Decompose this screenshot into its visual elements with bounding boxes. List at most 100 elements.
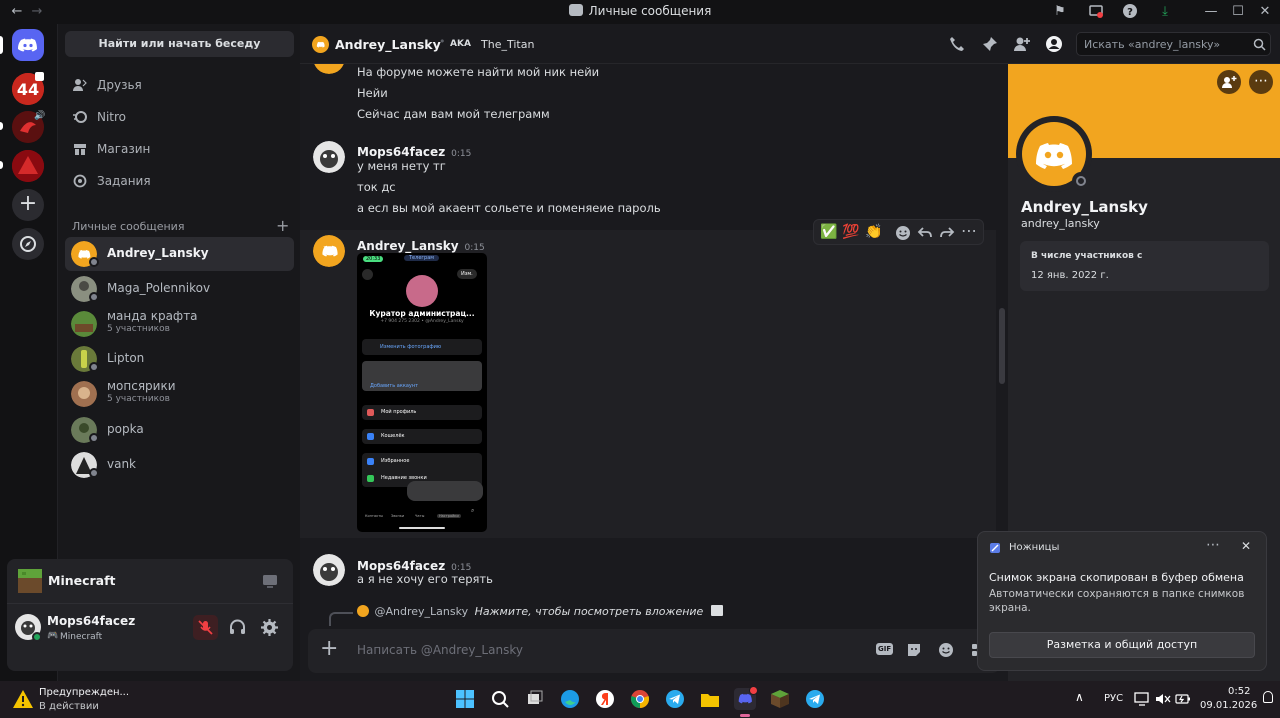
server-notification-icon (35, 72, 44, 81)
nav-friends[interactable]: Друзья (68, 70, 294, 100)
add-friend-icon[interactable] (1013, 35, 1031, 53)
minecraft-app[interactable] (769, 688, 791, 710)
reply-text: Нажмите, чтобы посмотреть вложение (474, 605, 704, 618)
forward-icon[interactable] (939, 225, 955, 241)
reaction-hundred[interactable]: 💯 (842, 224, 859, 240)
chrome-app[interactable] (629, 688, 651, 710)
clock-date[interactable]: 09.01.2026 (1200, 700, 1257, 711)
server-red-icon[interactable] (12, 150, 44, 182)
add-reaction-icon[interactable] (895, 225, 911, 241)
mute-button[interactable] (193, 615, 218, 640)
clock-time[interactable]: 0:52 (1228, 686, 1250, 697)
dm-item-mopsyariki[interactable]: мопсярики 5 участников (65, 377, 294, 411)
chat-header-name[interactable]: Andrey_Lansky (335, 37, 441, 52)
profile-more-button[interactable]: ⋯ (1249, 70, 1273, 94)
telegram-icon (806, 690, 824, 708)
reply-icon[interactable] (917, 225, 933, 241)
activity-card[interactable]: Minecraft (7, 559, 293, 604)
close-window-icon[interactable]: ✕ (1256, 3, 1274, 21)
help-icon[interactable]: ? (1121, 3, 1139, 21)
dm-item-lipton[interactable]: Lipton (65, 342, 294, 376)
offline-status-icon (89, 433, 99, 443)
dm-item-vank[interactable]: vank (65, 448, 294, 482)
taskbar-search[interactable] (489, 688, 511, 710)
yandex-app[interactable] (594, 688, 616, 710)
discord-home-button[interactable] (12, 29, 44, 61)
deafen-button[interactable] (225, 615, 250, 640)
dm-item-andrey[interactable]: Andrey_Lansky (65, 237, 294, 271)
avatar[interactable] (313, 141, 345, 173)
add-server-button[interactable]: + (12, 189, 44, 221)
speaker-icon: 🔊 (34, 111, 46, 121)
message-author[interactable]: Mops64facez (357, 145, 445, 159)
dm-item-maga[interactable]: Maga_Polennikov (65, 272, 294, 306)
minimize-icon[interactable]: — (1202, 3, 1220, 21)
add-attachment-button[interactable]: + (320, 637, 338, 661)
message-input[interactable]: Написать @Andrey_Lansky (357, 643, 523, 657)
user-name: Mops64facez (47, 614, 136, 628)
settings-button[interactable] (257, 615, 282, 640)
network-icon[interactable] (1134, 692, 1150, 706)
toast-close-icon[interactable]: ✕ (1241, 539, 1251, 553)
explorer-app[interactable] (699, 688, 721, 710)
telegram-app-2[interactable] (804, 688, 826, 710)
notifications-icon[interactable] (1263, 691, 1273, 703)
create-dm-button[interactable]: + (276, 216, 289, 235)
telegram-app[interactable] (664, 688, 686, 710)
warning-icon (13, 690, 33, 708)
tray-chevron-icon[interactable]: ∧ (1075, 690, 1084, 704)
weather-widget[interactable]: Предупрежден... В действии (8, 684, 129, 715)
reply-mention[interactable]: @Andrey_Lansky (375, 605, 469, 618)
language-indicator[interactable]: РУС (1104, 693, 1123, 704)
message-composer: + Написать @Andrey_Lansky GIF (308, 629, 1000, 673)
active-server-pill (0, 36, 3, 54)
add-friend-button[interactable] (1217, 70, 1241, 94)
volume-muted-icon[interactable] (1155, 692, 1171, 706)
markup-share-button[interactable]: Разметка и общий доступ (989, 632, 1255, 658)
image-attachment[interactable]: 20:33 Телеграм Изм. Куратор администрац.… (357, 253, 487, 532)
download-icon[interactable]: ⤓ (1156, 3, 1174, 21)
nav-nitro[interactable]: Nitro (68, 102, 294, 132)
emoji-icon[interactable] (938, 642, 954, 658)
edge-app[interactable] (559, 688, 581, 710)
user-card[interactable]: Mops64facez 🎮 Minecraft (7, 611, 187, 651)
find-conversation-button[interactable]: Найти или начать беседу (65, 31, 294, 57)
avatar[interactable] (313, 235, 345, 267)
chat-search[interactable]: Искать «andrey_lansky» (1076, 32, 1271, 56)
avatar[interactable] (313, 64, 345, 74)
gif-button[interactable]: GIF (876, 643, 894, 655)
sticker-icon[interactable] (906, 642, 922, 658)
flag-icon[interactable]: ⚑ (1051, 3, 1069, 21)
gamepad-icon: 🎮 (47, 631, 59, 641)
phone-number: +7 904 275 2302 • @Andrey_Lansky (380, 319, 464, 324)
nav-quests[interactable]: Задания (68, 166, 294, 196)
battery-icon[interactable] (1175, 691, 1191, 707)
discover-button[interactable] (12, 228, 44, 260)
voice-call-icon[interactable] (948, 35, 966, 53)
message-text: Сейчас дам вам мой телеграмм (357, 107, 550, 121)
toast-more-icon[interactable]: ⋯ (1206, 537, 1220, 553)
more-options-icon[interactable]: ⋯ (961, 221, 977, 240)
reaction-check[interactable]: ✅ (820, 224, 837, 240)
dm-item-manda[interactable]: манда крафта 5 участников (65, 307, 294, 341)
discord-app[interactable] (734, 686, 758, 710)
task-view[interactable] (524, 688, 546, 710)
reaction-clap[interactable]: 👏 (865, 224, 882, 240)
message-list: На форуме можете найти мой ник нейи Нейи… (300, 64, 1008, 628)
message-text: у меня нету тг (357, 159, 446, 173)
screen-share-icon[interactable] (1087, 3, 1105, 21)
message-author[interactable]: Mops64facez (357, 559, 445, 573)
nav-shop[interactable]: Магазин (68, 134, 294, 164)
reply-preview[interactable]: @Andrey_Lansky Нажмите, чтобы посмотреть… (357, 605, 723, 618)
pin-icon[interactable] (981, 35, 999, 53)
maximize-icon[interactable]: ☐ (1229, 3, 1247, 21)
dm-item-popka[interactable]: popka (65, 413, 294, 447)
avatar[interactable] (313, 554, 345, 586)
start-button[interactable] (454, 688, 476, 710)
scrollbar-thumb[interactable] (999, 308, 1005, 384)
svg-text:?: ? (1127, 7, 1133, 18)
stream-icon[interactable] (262, 574, 278, 588)
message-author[interactable]: Andrey_Lansky (357, 239, 459, 253)
member-since-date: 12 янв. 2022 г. (1031, 270, 1109, 281)
user-profile-icon[interactable] (1045, 35, 1063, 53)
